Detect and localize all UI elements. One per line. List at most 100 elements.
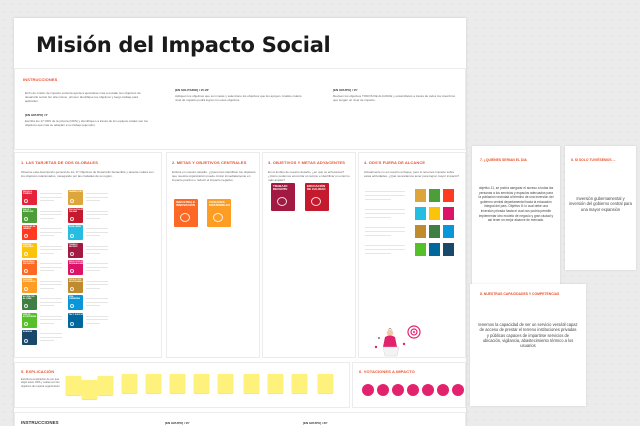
caption-line (40, 336, 62, 338)
sdg-card[interactable]: HAMBRE CERO (68, 190, 83, 205)
sdg-icon-tile[interactable] (415, 189, 426, 202)
caption-line (365, 249, 405, 250)
caption-line (40, 214, 62, 215)
card-7-heading: 7. ¿QUIENES SERIAN EL DIA (480, 158, 527, 162)
sdg-icon-tile[interactable] (429, 243, 440, 256)
caption-line (365, 245, 405, 246)
sdg-icon-tile[interactable] (415, 207, 426, 220)
sdg-card[interactable]: VIDA SUBMARINA (68, 295, 83, 310)
sdg-card[interactable]: EDUCACIÓN DE CALIDAD (68, 207, 83, 223)
vote-dot[interactable] (377, 384, 389, 396)
sdg-icon-tile[interactable] (429, 189, 440, 202)
sdg-label: CIUDADES SOSTENIBLES (23, 278, 36, 283)
caption-line (86, 263, 108, 264)
sdg-icon-tile[interactable] (443, 243, 454, 256)
vote-dot[interactable] (407, 384, 419, 396)
caption-line (365, 199, 391, 200)
caption-line (86, 231, 108, 233)
sdg-icon (24, 199, 28, 203)
caption-line (365, 195, 405, 196)
sdg-card[interactable]: PAZ Y JUSTICIA (68, 312, 83, 328)
sticky-note[interactable] (82, 380, 97, 399)
sticky-note[interactable] (318, 374, 333, 393)
sticky-note[interactable] (194, 374, 209, 393)
sdg-card[interactable]: FIN DE LA POBREZA (22, 190, 37, 205)
sdg-label: EDUCACIÓN DE CALIDAD (307, 184, 326, 192)
sdg-card[interactable]: VIDA DE ECOSISTEMAS (22, 312, 37, 328)
card-8-panel[interactable]: 8. SI SOLO TUVIÉSEMOS ... Inversión gube… (565, 146, 636, 270)
sdg-label: FIN DE LA POBREZA (23, 191, 32, 196)
section-5-heading: 5. EXPLICACIÓN (21, 369, 55, 374)
sdg-icon (213, 213, 223, 222)
instructions-panel: INSTRUCCIONES El fin de misión de impact… (14, 68, 466, 150)
footer-instructions-panel: INSTRUCCIONES [EN GRUPO] / 15' [EN GRUPO… (14, 412, 466, 426)
card-7-panel[interactable]: 7. ¿QUIENES SERIAN EL DIA objetivo 11, s… (472, 146, 560, 290)
sticky-note[interactable] (98, 376, 113, 395)
caption-line (40, 322, 54, 324)
sdg-icon (24, 339, 28, 343)
sdg-label: IGUALDAD DE GÉNERO (23, 226, 36, 231)
vote-dot[interactable] (392, 384, 404, 396)
card-8-heading: 8. SI SOLO TUVIÉSEMOS ... (571, 158, 616, 162)
caption-line (86, 322, 100, 324)
group-a-text: Escriba los 17 ODS de la pizarra (ODS) y… (25, 119, 148, 128)
caption-line (365, 235, 391, 236)
sticky-note[interactable] (170, 374, 185, 393)
caption-line (40, 217, 54, 219)
section-6-heading: 6. VOTACIONES A IMPACTO (359, 369, 415, 374)
caption-line (365, 227, 405, 228)
sdg-label: HAMBRE CERO (69, 191, 83, 193)
sdg-icon-tile[interactable] (429, 207, 440, 220)
sdg-icon-tile[interactable] (415, 243, 426, 256)
sdg-card-industry[interactable]: CIUDADES SOSTENIBLES (207, 199, 231, 227)
sdg-icon-tile[interactable] (443, 207, 454, 220)
group-c-label: [EN GRUPO] / 15' (333, 88, 358, 92)
sdg-card[interactable]: ACCIÓN POR EL CLIMA (22, 295, 37, 310)
sdg-card-decent-work[interactable]: TRABAJO DECENTE (271, 183, 295, 211)
caption-line (86, 252, 100, 254)
sdg-card-health[interactable]: EDUCACIÓN DE CALIDAD (305, 183, 329, 211)
vote-dot[interactable] (437, 384, 449, 396)
caption-line (86, 305, 100, 306)
sdg-card-energy[interactable]: INDUSTRIA E INNOVACIÓN (174, 199, 198, 227)
caption-line (40, 231, 62, 233)
sticky-note[interactable] (244, 374, 259, 393)
sdg-label: CIUDADES SOSTENIBLES (209, 200, 231, 208)
vote-dot[interactable] (362, 384, 374, 396)
sdg-icon (70, 286, 74, 291)
sticky-note[interactable] (146, 374, 161, 393)
sdg-card[interactable]: INDUSTRIA E INNOVACIÓN (22, 260, 37, 275)
vote-dot[interactable] (452, 384, 464, 396)
sdg-icon-tile[interactable] (429, 225, 440, 238)
caption-line (40, 245, 62, 247)
section-4-text: Actualmente no es nuestro enfoque, pero … (364, 170, 460, 179)
card-9-panel[interactable]: 8. NUESTRAS CAPACIDADES Y COMPETENCIAS t… (470, 284, 586, 406)
sdg-card[interactable]: TRABAJO DECENTE (68, 242, 83, 258)
sdg-card[interactable]: AGUA LIMPIA (68, 225, 83, 240)
sticky-note[interactable] (218, 374, 233, 393)
sdg-card[interactable]: SALUD Y BIENESTAR (22, 207, 37, 223)
sdg-icon-tile[interactable] (415, 225, 426, 238)
caption-line (40, 270, 54, 271)
section-3-panel: 3. OBJETIVOS Y METAS ADYACENTES En el ám… (262, 152, 356, 358)
sdg-card[interactable]: IGUALDAD DE GÉNERO (22, 225, 37, 240)
sdg-card[interactable]: ALIANZAS (22, 330, 37, 345)
footer-group-b: [EN GRUPO] / 20' (303, 421, 328, 425)
sdg-card[interactable]: CIUDADES SOSTENIBLES (22, 277, 37, 293)
vote-dot[interactable] (422, 384, 434, 396)
sdg-icon-tile[interactable] (443, 189, 454, 202)
sticky-note[interactable] (292, 374, 307, 393)
caption-line (40, 319, 62, 320)
sticky-note[interactable] (122, 374, 137, 393)
sdg-card[interactable]: ENERGÍA ASEQUIBLE (22, 242, 37, 258)
sdg-icon (70, 304, 74, 308)
sdg-card[interactable]: REDUCCIÓN DE DESIGUALDADES (68, 260, 85, 275)
caption-line (86, 284, 108, 285)
sdg-icon-tile[interactable] (443, 225, 454, 238)
sticky-note[interactable] (268, 374, 283, 393)
sdg-card[interactable]: PRODUCCIÓN RESPONSABLE (68, 277, 83, 293)
sdg-label: TRABAJO DECENTE (69, 243, 78, 248)
sdg-icon (24, 269, 28, 273)
caption-line (40, 252, 54, 254)
sticky-note[interactable] (66, 376, 81, 395)
